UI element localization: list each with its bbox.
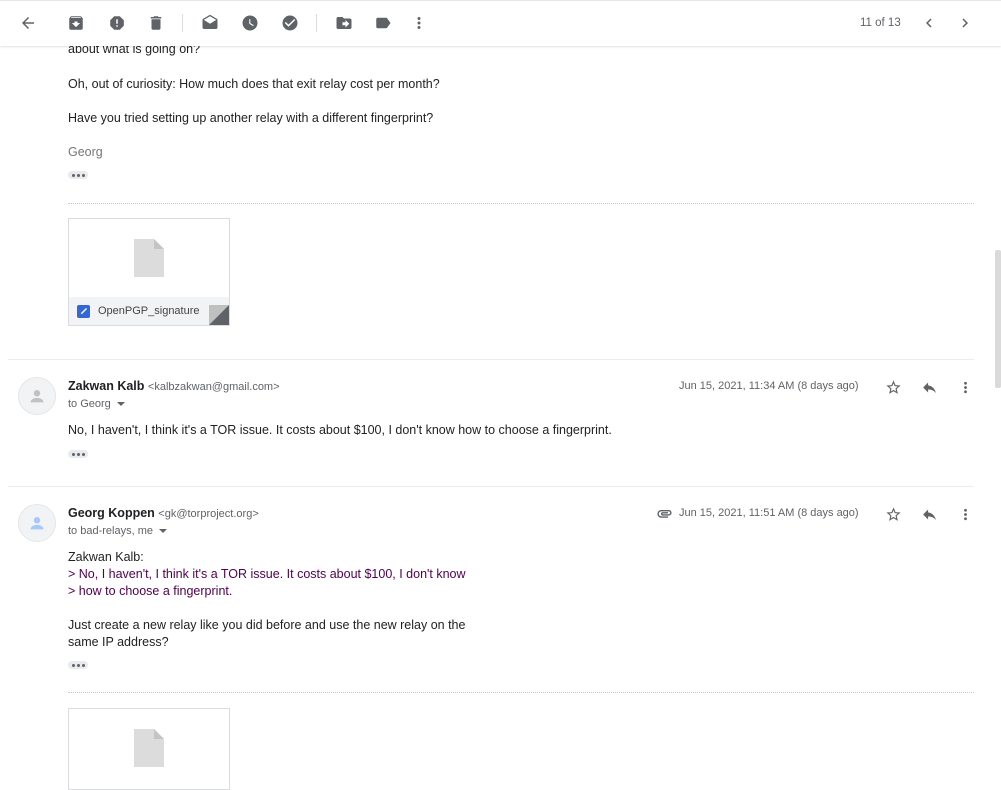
sender-line[interactable]: Zakwan Kalb <kalbzakwan@gmail.com> bbox=[68, 379, 280, 393]
star-icon[interactable] bbox=[883, 377, 903, 397]
avatar[interactable] bbox=[18, 377, 56, 415]
back-arrow-icon[interactable] bbox=[18, 13, 38, 33]
quoted-text: > how to choose a fingerprint. bbox=[68, 584, 233, 598]
file-icon bbox=[69, 709, 229, 787]
move-to-icon[interactable] bbox=[334, 13, 354, 33]
show-trimmed-content-button[interactable] bbox=[68, 661, 88, 669]
caret-down-icon[interactable] bbox=[158, 529, 167, 534]
message-separator bbox=[8, 359, 974, 360]
message-separator bbox=[8, 486, 974, 487]
doc-type-icon bbox=[77, 304, 90, 318]
sender-line[interactable]: Georg Koppen <gk@torproject.org> bbox=[68, 506, 259, 520]
body-text: Just create a new relay like you did bef… bbox=[68, 618, 466, 632]
sender-email: <gk@torproject.org> bbox=[158, 508, 259, 520]
report-spam-icon[interactable] bbox=[107, 13, 127, 33]
recipients-dropdown[interactable]: to bad-relays, me bbox=[68, 525, 167, 537]
toolbar-divider bbox=[316, 14, 317, 32]
recipients-text: to bad-relays, me bbox=[68, 525, 153, 537]
divider bbox=[68, 692, 974, 693]
quote-header: Zakwan Kalb: bbox=[68, 550, 144, 564]
attachment-clip-icon bbox=[654, 503, 674, 523]
message-date: Jun 15, 2021, 11:51 AM (8 days ago) bbox=[679, 507, 859, 519]
more-vert-icon[interactable] bbox=[955, 377, 975, 397]
body-text: Oh, out of curiosity: How much does that… bbox=[68, 77, 440, 91]
sender-name[interactable]: Zakwan Kalb bbox=[68, 379, 144, 393]
attachment-card[interactable] bbox=[68, 708, 230, 790]
add-task-icon[interactable] bbox=[280, 13, 300, 33]
avatar[interactable] bbox=[18, 504, 56, 542]
delete-icon[interactable] bbox=[146, 13, 166, 33]
snooze-icon[interactable] bbox=[240, 13, 260, 33]
toolbar-divider bbox=[182, 14, 183, 32]
pager-count: 11 of 13 bbox=[860, 17, 901, 29]
body-text: Have you tried setting up another relay … bbox=[68, 111, 434, 125]
show-trimmed-content-button[interactable] bbox=[68, 450, 88, 458]
show-trimmed-content-button[interactable] bbox=[68, 171, 88, 179]
mark-unread-icon[interactable] bbox=[200, 13, 220, 33]
body-text: No, I haven't, I think it's a TOR issue.… bbox=[68, 423, 612, 437]
archive-icon[interactable] bbox=[66, 13, 86, 33]
more-vert-icon[interactable] bbox=[409, 13, 429, 33]
attachment-name: OpenPGP_signature bbox=[98, 305, 200, 317]
reply-icon[interactable] bbox=[919, 504, 939, 524]
next-chevron-icon[interactable] bbox=[955, 13, 975, 33]
divider bbox=[68, 203, 974, 204]
signature: Georg bbox=[68, 145, 103, 159]
caret-down-icon[interactable] bbox=[116, 402, 125, 407]
sender-email: <kalbzakwan@gmail.com> bbox=[147, 381, 280, 393]
toolbar: 11 of 13 bbox=[0, 0, 1001, 46]
scrollbar-thumb[interactable] bbox=[995, 250, 1001, 388]
message-date: Jun 15, 2021, 11:34 AM (8 days ago) bbox=[679, 380, 859, 392]
prev-chevron-icon[interactable] bbox=[919, 13, 939, 33]
file-icon bbox=[69, 219, 229, 297]
recipients-text: to Georg bbox=[68, 398, 111, 410]
reply-icon[interactable] bbox=[919, 377, 939, 397]
recipients-dropdown[interactable]: to Georg bbox=[68, 398, 125, 410]
label-icon[interactable] bbox=[373, 13, 393, 33]
sender-name[interactable]: Georg Koppen bbox=[68, 506, 155, 520]
star-icon[interactable] bbox=[883, 504, 903, 524]
attachment-card[interactable]: OpenPGP_signature bbox=[68, 218, 230, 326]
quoted-text: > No, I haven't, I think it's a TOR issu… bbox=[68, 567, 466, 581]
body-text: same IP address? bbox=[68, 635, 169, 649]
more-vert-icon[interactable] bbox=[955, 504, 975, 524]
